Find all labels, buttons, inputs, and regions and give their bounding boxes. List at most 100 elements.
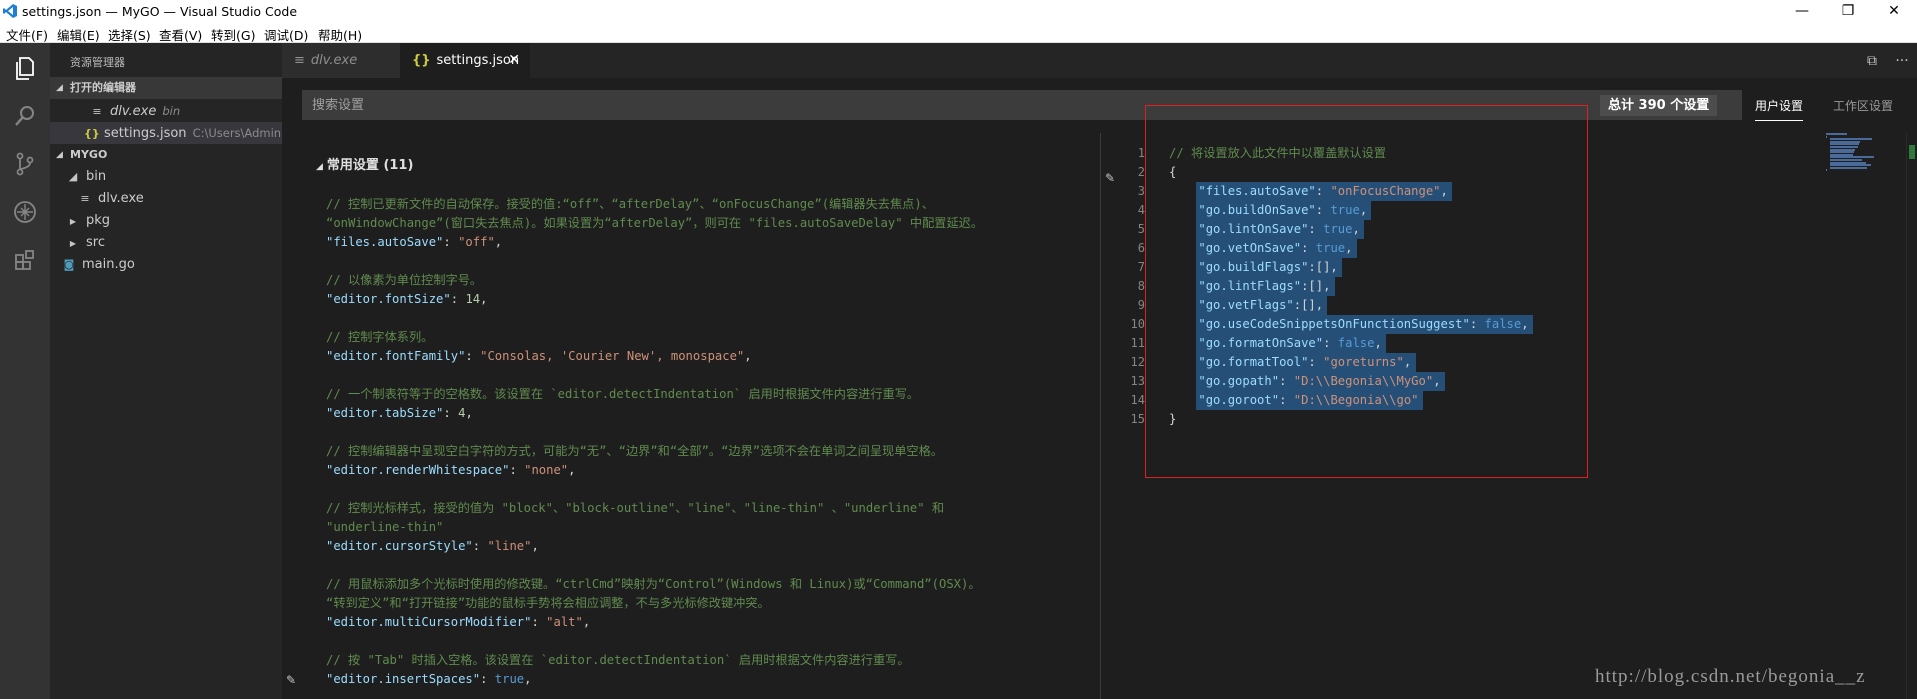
explorer-sidebar: 资源管理器 ◢ 打开的编辑器 ≡ dlv.exe bin {} settings.js… xyxy=(50,43,282,699)
code-token: “onWindowChange”(窗口失去焦点)。如果设置为“afterDela… xyxy=(326,216,984,230)
window-title: settings.json — MyGO — Visual Studio Cod… xyxy=(22,4,298,19)
tab-dlv-exe[interactable]: ≡ dlv.exe xyxy=(282,43,400,78)
overview-ruler[interactable] xyxy=(1906,133,1917,699)
line-number: 15 xyxy=(1130,412,1145,426)
vscode-logo-icon xyxy=(3,4,17,18)
code-line: "editor.renderWhitespace": "none", xyxy=(326,461,983,480)
folder-bin[interactable]: ◢ bin xyxy=(50,166,282,188)
line-number-gutter: 1 2 3 4 5 6 7 8 9 10 11 12 13 14 15 xyxy=(1101,133,1145,699)
line-number: 14 xyxy=(1130,393,1145,407)
code-token: // 控制字体系列。 xyxy=(326,330,434,344)
close-tab-icon[interactable]: ✕ xyxy=(508,43,520,78)
more-actions-icon[interactable]: ··· xyxy=(1892,51,1912,71)
menu-selection[interactable]: 选择(S) xyxy=(108,25,151,44)
code-token: // 用鼠标添加多个光标时使用的修改键。“ctrlCmd”映射为“Control… xyxy=(326,577,981,591)
code-token: : xyxy=(443,406,459,420)
code-token: "line" xyxy=(487,539,532,553)
code-token: “转到定义”和“打开链接”功能的鼠标手势将会相应调整，不与多光标修改键冲突。 xyxy=(326,596,770,610)
close-window-button[interactable]: ✕ xyxy=(1871,0,1917,23)
menu-help[interactable]: 帮助(H) xyxy=(318,25,362,44)
line-number: 11 xyxy=(1130,336,1145,350)
files-icon[interactable] xyxy=(0,45,50,91)
menu-view[interactable]: 查看(V) xyxy=(159,25,202,44)
code-token: , xyxy=(568,463,576,477)
menu-edit[interactable]: 编辑(E) xyxy=(57,25,100,44)
minimap[interactable] xyxy=(1826,133,1906,173)
settings-count-badge: 总计 390 个设置 xyxy=(1600,95,1718,116)
default-settings-pane[interactable]: ◢ 常用设置 (11) // 控制已更新文件的自动保存。接受的值:“off”、“a… xyxy=(282,133,1100,699)
collapsed-arrow-icon: ▶ xyxy=(69,239,77,248)
code-token: : xyxy=(509,463,525,477)
code-token: : xyxy=(443,235,459,249)
workspace-header[interactable]: ◢ MYGO xyxy=(50,144,282,166)
source-control-icon[interactable] xyxy=(0,141,50,187)
line-number: 7 xyxy=(1137,260,1145,274)
tab-workspace-settings[interactable]: 工作区设置 xyxy=(1833,97,1893,114)
folder-src[interactable]: ▶ src xyxy=(50,232,282,254)
open-editors-header[interactable]: ◢ 打开的编辑器 xyxy=(50,77,282,99)
menu-debug[interactable]: 调试(D) xyxy=(264,25,308,44)
code-token: "underline-thin" xyxy=(326,520,444,534)
open-editor-label: settings.json xyxy=(104,126,187,141)
code-line: "underline-thin" xyxy=(326,518,983,537)
open-editor-label: dlv.exe xyxy=(110,104,157,119)
code-token: "editor.fontSize" xyxy=(326,292,451,306)
code-line: "editor.fontFamily": "Consolas, 'Courier… xyxy=(326,347,983,366)
edit-pencil-icon[interactable]: ✎ xyxy=(286,673,296,687)
tab-settings-json[interactable]: {} settings.json ✕ xyxy=(400,43,530,78)
collapse-arrow-icon: ◢ xyxy=(56,83,63,93)
settings-group-header[interactable]: ◢ 常用设置 (11) xyxy=(316,154,413,173)
extensions-icon[interactable] xyxy=(0,237,50,283)
code-line: "files.autoSave": "off", xyxy=(326,233,983,252)
code-line: “转到定义”和“打开链接”功能的鼠标手势将会相应调整，不与多光标修改键冲突。 xyxy=(326,594,983,613)
code-token: , xyxy=(465,406,473,420)
code-line: // 一个制表符等于的空格数。该设置在 `editor.detectIndent… xyxy=(326,385,983,404)
file-lines-icon: ≡ xyxy=(80,192,90,205)
collapse-arrow-icon: ◢ xyxy=(316,162,323,172)
open-editor-item-settings[interactable]: {} settings.json C:\Users\Adminis... xyxy=(50,122,282,144)
code-token: : xyxy=(531,615,547,629)
file-main-go[interactable]: ◙ main.go xyxy=(50,254,282,276)
menu-go[interactable]: 转到(G) xyxy=(211,25,255,44)
file-dlv-exe[interactable]: ≡ dlv.exe xyxy=(50,188,282,210)
minimap-line xyxy=(1830,166,1868,169)
code-token: true xyxy=(494,672,525,686)
open-editor-item-dlv[interactable]: ≡ dlv.exe bin xyxy=(50,100,282,122)
minimize-button[interactable]: — xyxy=(1779,0,1825,23)
split-editor-icon[interactable]: ⧉ xyxy=(1862,51,1882,71)
json-icon: {} xyxy=(412,53,431,68)
search-icon[interactable] xyxy=(0,93,50,139)
debug-icon[interactable] xyxy=(0,189,50,235)
menu-bar: 文件(F) 编辑(E) 选择(S) 查看(V) 转到(G) 调试(D) 帮助(H… xyxy=(0,23,1917,43)
code-token: // 控制已更新文件的自动保存。接受的值:“off”、“afterDelay”、… xyxy=(326,197,934,211)
file-lines-icon: ≡ xyxy=(92,105,102,118)
line-number: 1 xyxy=(1137,146,1145,160)
code-line: "editor.fontSize": 14, xyxy=(326,290,983,309)
code-token: : xyxy=(472,539,488,553)
maximize-button[interactable]: ❐ xyxy=(1825,0,1871,23)
minimap-line xyxy=(1826,135,1828,138)
edit-pencil-icon[interactable]: ✎ xyxy=(1105,171,1115,185)
code-line: // 按 "Tab" 时插入空格。该设置在 `editor.detectInde… xyxy=(326,651,983,670)
settings-search-row: 总计 390 个设置 用户设置 工作区设置 xyxy=(282,78,1917,133)
tab-user-settings[interactable]: 用户设置 xyxy=(1755,97,1804,121)
default-settings-code: // 控制已更新文件的自动保存。接受的值:“off”、“afterDelay”、… xyxy=(326,195,983,689)
line-number: 6 xyxy=(1137,241,1145,255)
code-token: // 按 "Tab" 时插入空格。该设置在 `editor.detectInde… xyxy=(326,653,910,667)
menu-file[interactable]: 文件(F) xyxy=(6,25,48,44)
title-bar: settings.json — MyGO — Visual Studio Cod… xyxy=(0,0,1917,23)
code-token: // 控制编辑器中呈现空白字符的方式，可能为“无”、“边界”和“全部”。“边界”… xyxy=(326,444,943,458)
collapse-arrow-icon: ◢ xyxy=(56,150,63,160)
code-line: // 控制字体系列。 xyxy=(326,328,983,347)
code-token: "editor.renderWhitespace" xyxy=(326,463,510,477)
code-token: , xyxy=(480,292,488,306)
folder-pkg[interactable]: ▶ pkg xyxy=(50,210,282,232)
code-token: , xyxy=(582,615,591,629)
activity-bar xyxy=(0,43,50,699)
